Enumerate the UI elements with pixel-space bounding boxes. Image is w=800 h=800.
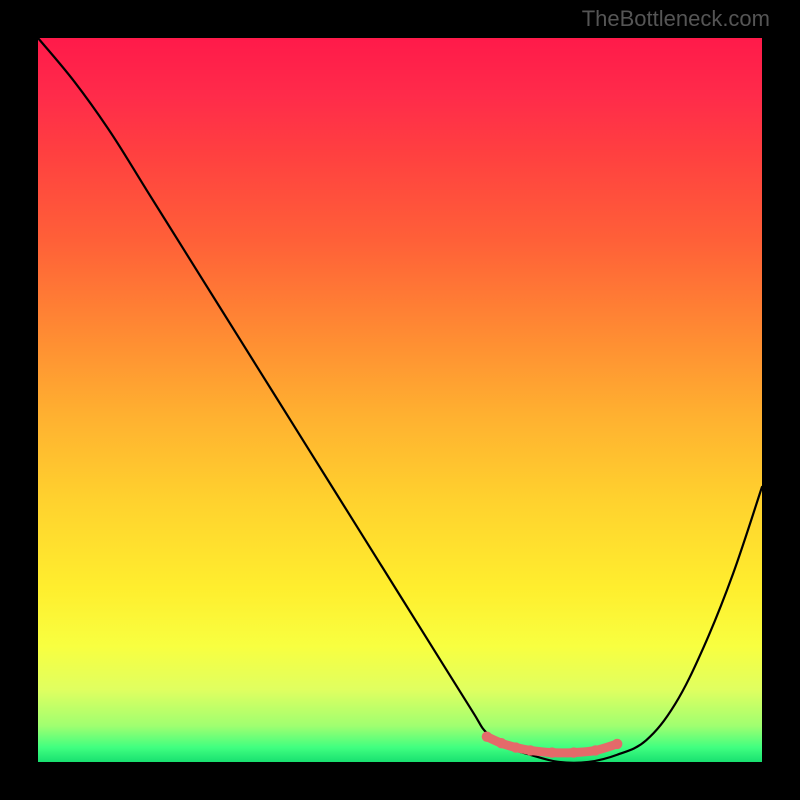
chart-container: TheBottleneck.com — [0, 0, 800, 800]
highlight-dot — [496, 738, 506, 748]
bottleneck-curve — [38, 38, 762, 763]
plot-area — [38, 38, 762, 762]
highlight-dot — [525, 745, 535, 755]
highlight-dot — [569, 747, 579, 757]
highlight-dot — [482, 731, 492, 741]
watermark-text: TheBottleneck.com — [582, 6, 770, 32]
highlight-dot — [547, 747, 557, 757]
highlight-dot — [590, 745, 600, 755]
highlight-dot — [511, 742, 521, 752]
curve-svg — [38, 38, 762, 762]
highlight-dot — [612, 739, 622, 749]
